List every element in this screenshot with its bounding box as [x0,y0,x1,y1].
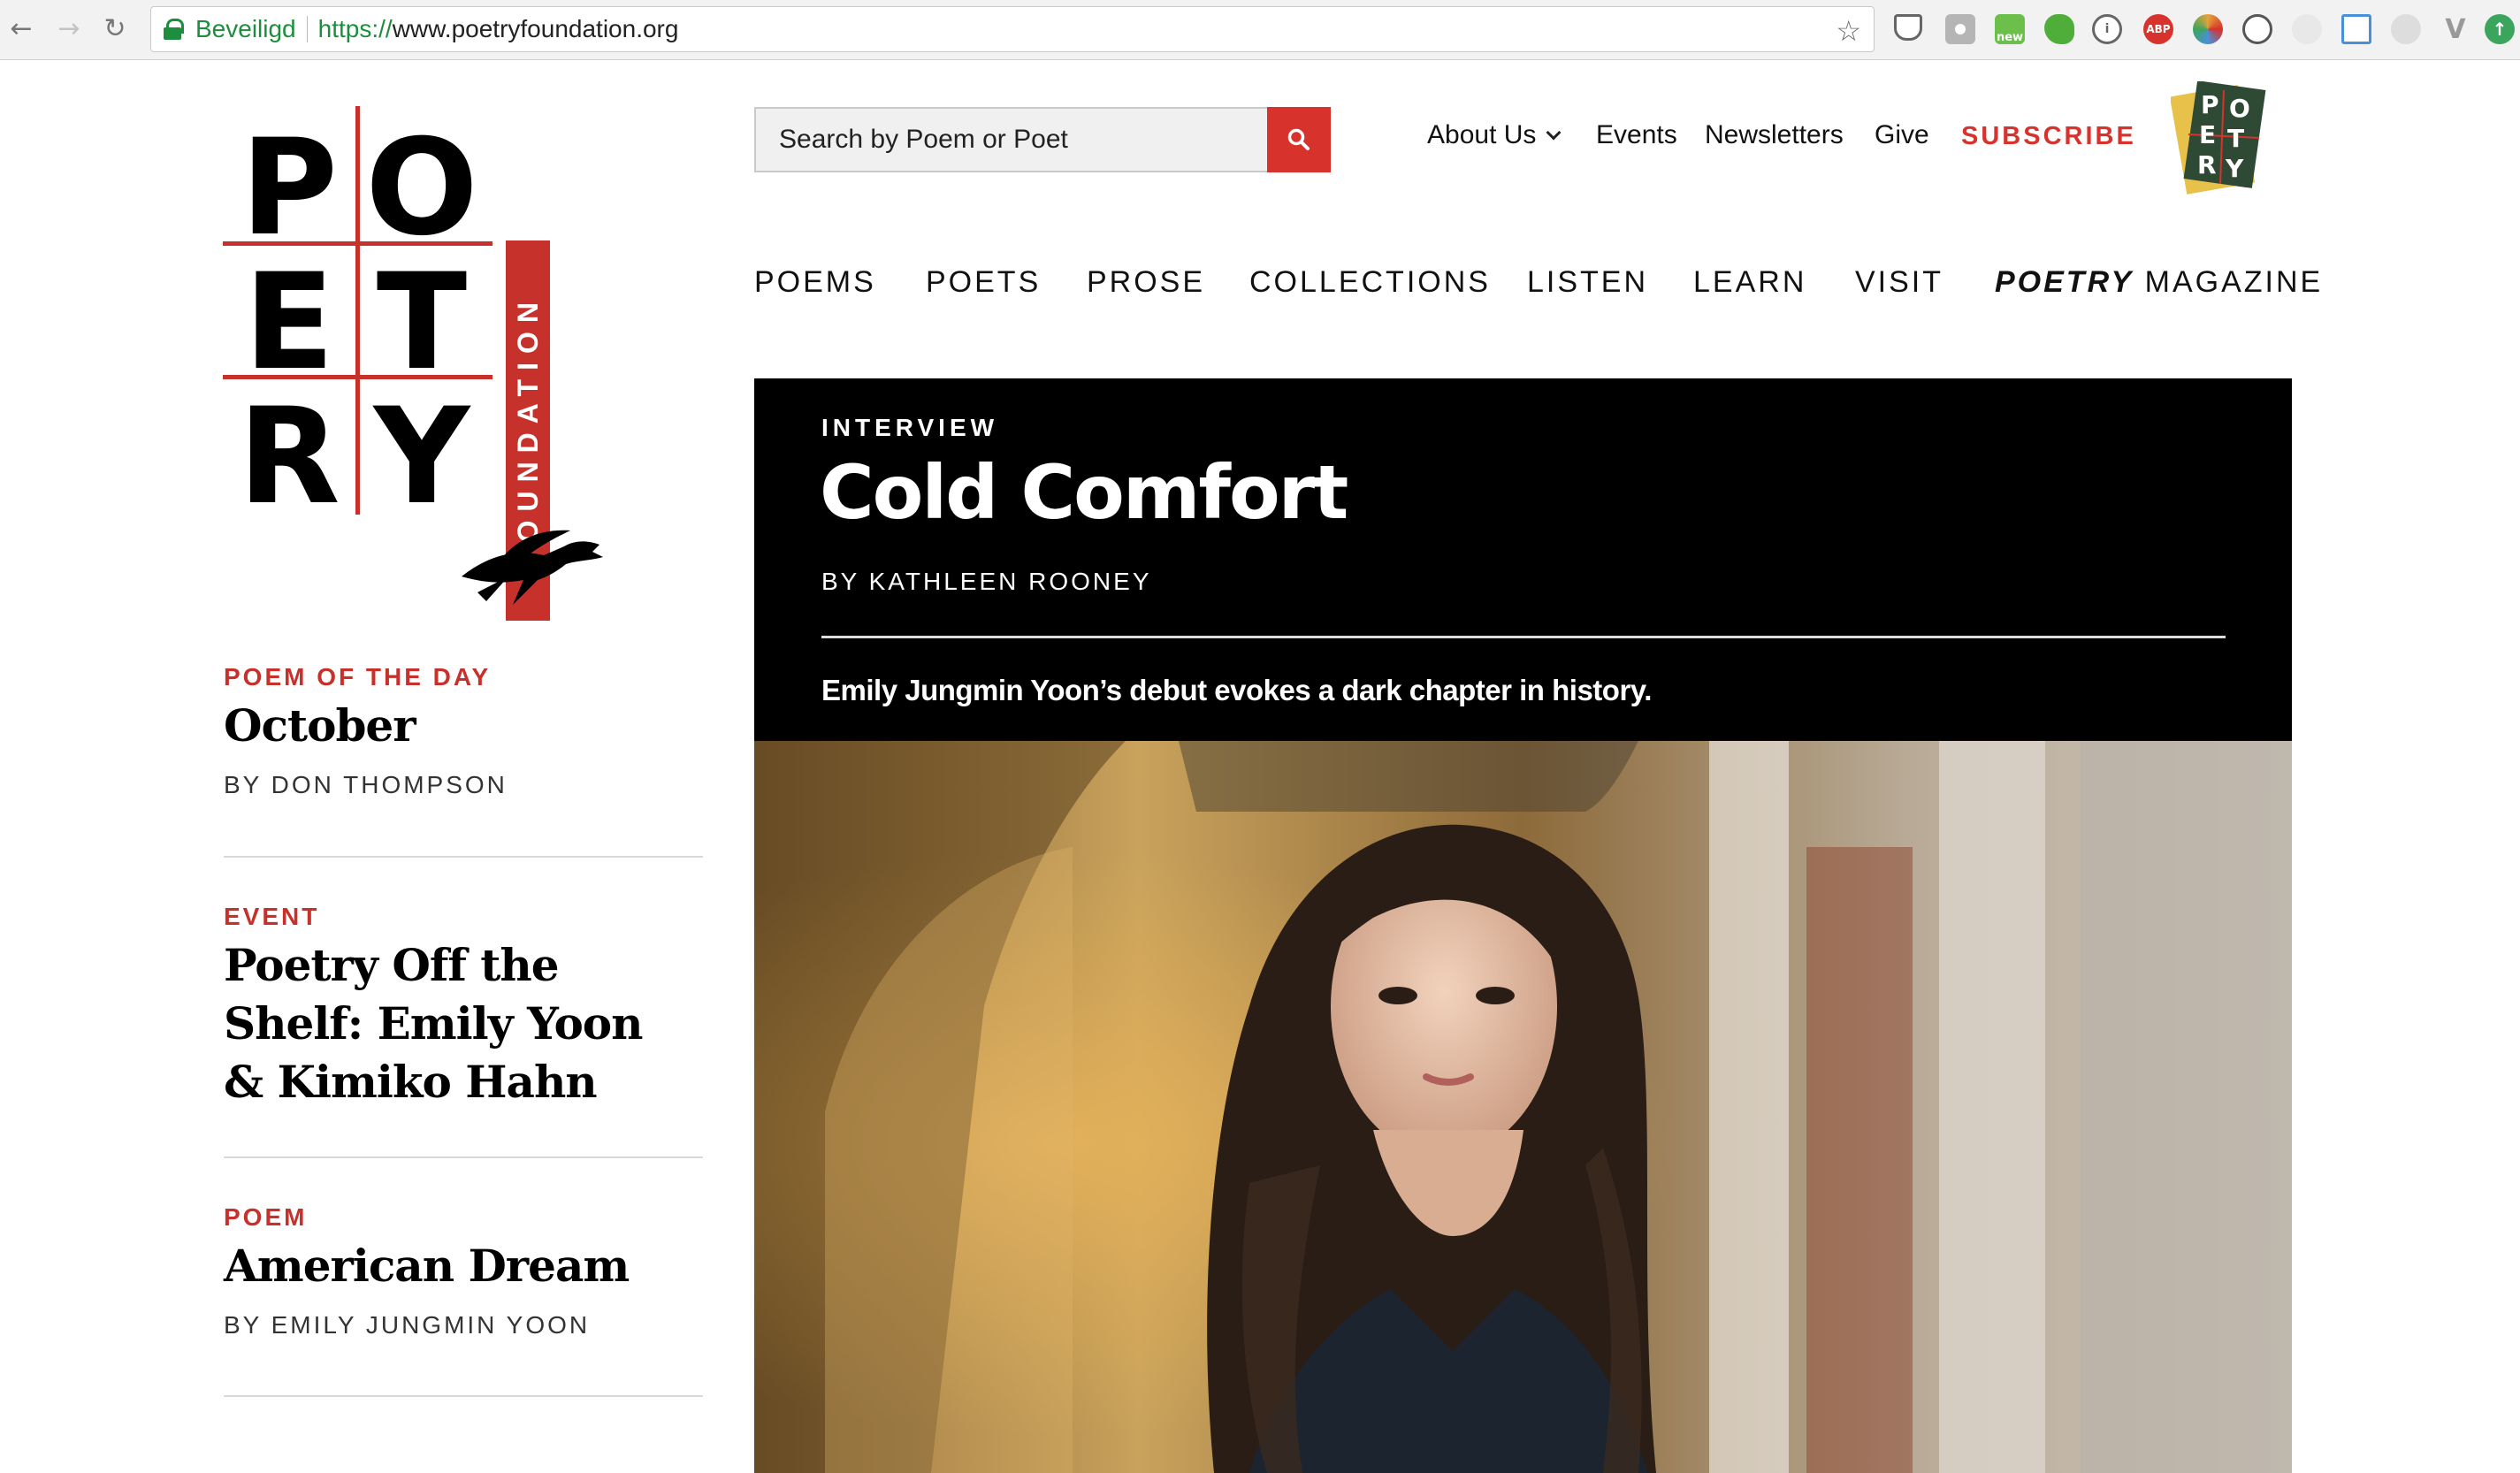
nav-listen[interactable]: LISTEN [1527,265,1648,300]
card-title[interactable]: American Dream [224,1237,703,1295]
divider [224,1395,703,1397]
feature-title[interactable]: Cold Comfort [820,449,1348,536]
settings-icon[interactable] [2292,14,2322,44]
reload-icon: ↻ [103,12,126,44]
logo-letter: P [241,111,338,265]
divider [224,856,703,858]
logo-letter: O [365,111,478,265]
forward-button[interactable]: → [51,11,87,46]
events-link[interactable]: Events [1596,120,1677,150]
divider [224,1156,703,1158]
nav-prose[interactable]: PROSE [1087,265,1205,300]
feature-byline: BY KATHLEEN ROONEY [821,568,1152,595]
url-host: www.poetryfoundation.org [392,15,679,42]
search-icon [1287,128,1310,150]
arrow-left-icon: ← [10,12,33,44]
evernote-icon[interactable] [2044,14,2074,44]
new-badge-icon[interactable]: new [1995,14,2025,44]
card-kicker: POEM OF THE DAY [224,663,492,691]
chevron-down-icon [1546,125,1562,141]
onepassword-icon[interactable]: i [2092,14,2122,44]
feature-photo[interactable] [754,741,2292,1473]
nav-learn[interactable]: LEARN [1693,265,1806,300]
nav-poets[interactable]: POETS [926,265,1041,300]
poetry-foundation-logo[interactable]: P O E T R Y FOUNDATION [221,106,610,621]
nav-poetry-magazine[interactable]: POETRY MAGAZINE [1995,265,2323,300]
sidebar-card-poem-of-the-day[interactable]: POEM OF THE DAY October BY DON THOMPSON [224,663,703,799]
card-kicker: POEM [224,1203,308,1231]
poetry-magazine-badge[interactable]: P O E T R Y [2169,80,2268,196]
react-icon[interactable] [2242,14,2272,44]
circle-icon[interactable] [2391,14,2421,44]
nav-visit[interactable]: VISIT [1855,265,1943,300]
feature-dek: Emily Jungmin Yoon’s debut evokes a dark… [821,674,1652,706]
divider [821,636,2226,638]
give-link[interactable]: Give [1875,120,1929,150]
pocket-icon[interactable] [1894,14,1922,41]
vue-icon[interactable]: V [2440,14,2470,45]
portrait-photo [754,741,2292,1473]
address-bar[interactable]: Beveiligd https://www.poetryfoundation.o… [150,6,1875,52]
arrow-right-icon: → [57,12,80,44]
pegasus-icon [462,530,603,605]
adblock-icon[interactable]: ABP [2143,14,2173,44]
sidebar-card-poem[interactable]: POEM American Dream BY EMILY JUNGMIN YOO… [224,1203,703,1339]
about-us-link[interactable]: About Us [1427,120,1562,150]
newsletters-link[interactable]: Newsletters [1705,120,1844,150]
sidebar-card-event[interactable]: EVENT Poetry Off the Shelf: Emily Yoon &… [224,903,703,1111]
star-icon[interactable]: ☆ [1836,14,1861,48]
camera-icon[interactable] [1945,14,1975,44]
card-byline: BY EMILY JUNGMIN YOON [224,1311,591,1339]
card-byline: BY DON THOMPSON [224,771,508,798]
subscribe-link[interactable]: SUBSCRIBE [1961,122,2136,151]
nav-collections[interactable]: COLLECTIONS [1249,265,1491,300]
feature-kicker: INTERVIEW [821,414,999,441]
browser-toolbar: ← → ↻ Beveiligd https://www.poetryfounda… [0,0,2520,60]
search-input[interactable]: Search by Poem or Poet [754,107,1267,172]
nav-poems[interactable]: POEMS [754,265,876,300]
color-picker-icon[interactable] [2193,14,2223,44]
url-protocol: https:// [317,15,393,42]
secure-label: Beveiligd [195,15,296,42]
search-button[interactable] [1267,107,1331,172]
logo-letter: Y [373,380,470,534]
card-kicker: EVENT [224,903,320,930]
update-icon[interactable]: ↑ [2485,14,2515,44]
back-button[interactable]: ← [4,11,39,46]
logo-letter: T [376,246,468,400]
lock-icon [164,19,184,40]
grid-icon[interactable] [2341,14,2371,44]
card-title[interactable]: October [224,697,703,755]
reload-button[interactable]: ↻ [97,11,133,46]
logo-letter: R [238,380,340,534]
card-title[interactable]: Poetry Off the Shelf: Emily Yoon & Kimik… [224,936,683,1111]
featured-article[interactable]: INTERVIEW Cold Comfort BY KATHLEEN ROONE… [754,378,2292,1473]
logo-letter: E [243,246,335,400]
